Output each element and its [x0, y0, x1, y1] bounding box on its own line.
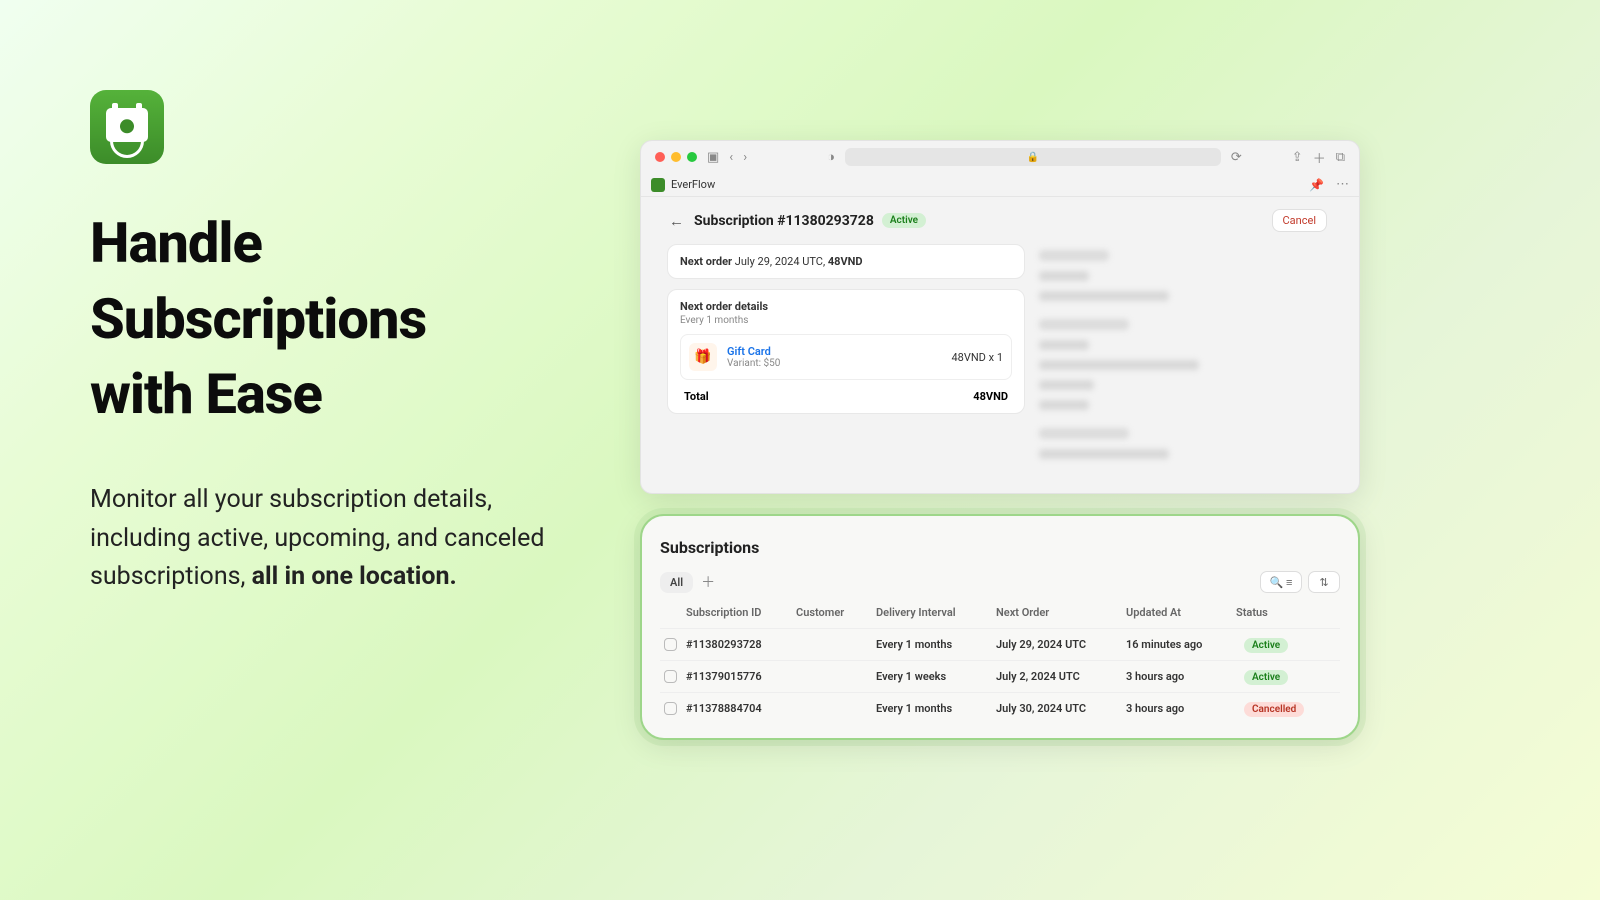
- status-badge: Active: [1244, 670, 1288, 685]
- cell-next: July 30, 2024 UTC: [996, 702, 1126, 715]
- hero-subtext: Monitor all your subscription details, i…: [90, 481, 560, 597]
- traffic-lights[interactable]: [655, 152, 697, 162]
- pin-icon[interactable]: 📌: [1309, 178, 1324, 192]
- cell-interval: Every 1 months: [876, 638, 996, 651]
- cancel-button[interactable]: Cancel: [1272, 209, 1327, 232]
- next-order-line: Next order July 29, 2024 UTC, 48VND: [680, 255, 863, 268]
- status-badge: Active: [882, 213, 926, 228]
- nav-back-icon[interactable]: ‹: [729, 150, 733, 165]
- cell-next: July 29, 2024 UTC: [996, 638, 1126, 651]
- sort-button[interactable]: ⇅: [1308, 571, 1340, 593]
- order-details-card: Next order details Every 1 months 🎁 Gift…: [667, 289, 1025, 414]
- table-row[interactable]: #11380293728 Every 1 months July 29, 202…: [660, 629, 1340, 661]
- row-checkbox[interactable]: [664, 670, 677, 683]
- cell-sub-id: #11378884704: [686, 702, 796, 715]
- col-sub-id[interactable]: Subscription ID: [686, 606, 796, 619]
- cell-sub-id: #11380293728: [686, 638, 796, 651]
- app-logo: [90, 90, 164, 164]
- table-row[interactable]: #11378884704 Every 1 months July 30, 202…: [660, 693, 1340, 724]
- nav-forward-icon[interactable]: ›: [743, 150, 747, 165]
- row-checkbox[interactable]: [664, 702, 677, 715]
- share-icon[interactable]: ⇪: [1292, 150, 1303, 165]
- cell-next: July 2, 2024 UTC: [996, 670, 1126, 683]
- tab-all[interactable]: All: [660, 572, 693, 593]
- add-tab-icon[interactable]: ＋: [701, 572, 715, 592]
- product-image-icon: 🎁: [689, 343, 717, 371]
- reload-icon[interactable]: ⟳: [1231, 150, 1242, 165]
- product-name[interactable]: Gift Card: [727, 345, 780, 358]
- cell-updated: 3 hours ago: [1126, 670, 1236, 683]
- product-variant: Variant: $50: [727, 358, 780, 369]
- app-header-bar: EverFlow 📌 ⋯: [641, 173, 1359, 197]
- cell-sub-id: #11379015776: [686, 670, 796, 683]
- interval-text: Every 1 months: [680, 315, 1012, 326]
- more-icon[interactable]: ⋯: [1336, 177, 1349, 192]
- search-filter-button[interactable]: 🔍 ≡: [1260, 571, 1302, 593]
- sidebar-toggle-icon[interactable]: ▣: [707, 150, 719, 165]
- shield-icon[interactable]: ◑: [827, 149, 835, 165]
- total-label: Total: [684, 390, 709, 403]
- subscriptions-panel: Subscriptions All ＋ 🔍 ≡ ⇅ Subscription I…: [640, 514, 1360, 740]
- subscriptions-title: Subscriptions: [660, 538, 1340, 557]
- col-interval[interactable]: Delivery Interval: [876, 606, 996, 619]
- cell-updated: 16 minutes ago: [1126, 638, 1236, 651]
- details-title: Next order details: [680, 300, 1012, 313]
- browser-window: ▣ ‹ › ◑ ⟳ ⇪ ＋ ⧉ EverFlow 📌 ⋯ ← Subscript…: [640, 140, 1360, 494]
- cell-updated: 3 hours ago: [1126, 702, 1236, 715]
- col-next[interactable]: Next Order: [996, 606, 1126, 619]
- table-row[interactable]: #11379015776 Every 1 weeks July 2, 2024 …: [660, 661, 1340, 693]
- back-arrow-icon[interactable]: ←: [669, 212, 684, 230]
- total-amount: 48VND: [973, 390, 1008, 403]
- subscriptions-table: Subscription ID Customer Delivery Interv…: [660, 597, 1340, 724]
- col-status[interactable]: Status: [1236, 606, 1326, 619]
- cell-interval: Every 1 months: [876, 702, 996, 715]
- hero-headline: Handle Subscriptions with Ease: [90, 206, 560, 433]
- col-customer[interactable]: Customer: [796, 606, 876, 619]
- status-badge: Cancelled: [1244, 702, 1304, 717]
- browser-toolbar: ▣ ‹ › ◑ ⟳ ⇪ ＋ ⧉: [641, 141, 1359, 173]
- app-mini-logo: [651, 178, 665, 192]
- col-updated[interactable]: Updated At: [1126, 606, 1236, 619]
- status-badge: Active: [1244, 638, 1288, 653]
- new-tab-icon[interactable]: ＋: [1313, 148, 1326, 167]
- product-row: 🎁 Gift Card Variant: $50 48VND x 1: [680, 334, 1012, 380]
- cell-interval: Every 1 weeks: [876, 670, 996, 683]
- address-bar[interactable]: [845, 148, 1221, 166]
- tabs-overview-icon[interactable]: ⧉: [1336, 150, 1345, 165]
- table-header: Subscription ID Customer Delivery Interv…: [660, 597, 1340, 629]
- product-price: 48VND x 1: [951, 351, 1003, 364]
- customer-sidebar: [1039, 244, 1333, 475]
- page-title: Subscription #11380293728: [694, 213, 874, 229]
- next-order-card: Next order July 29, 2024 UTC, 48VND: [667, 244, 1025, 279]
- app-name: EverFlow: [671, 178, 1303, 191]
- row-checkbox[interactable]: [664, 638, 677, 651]
